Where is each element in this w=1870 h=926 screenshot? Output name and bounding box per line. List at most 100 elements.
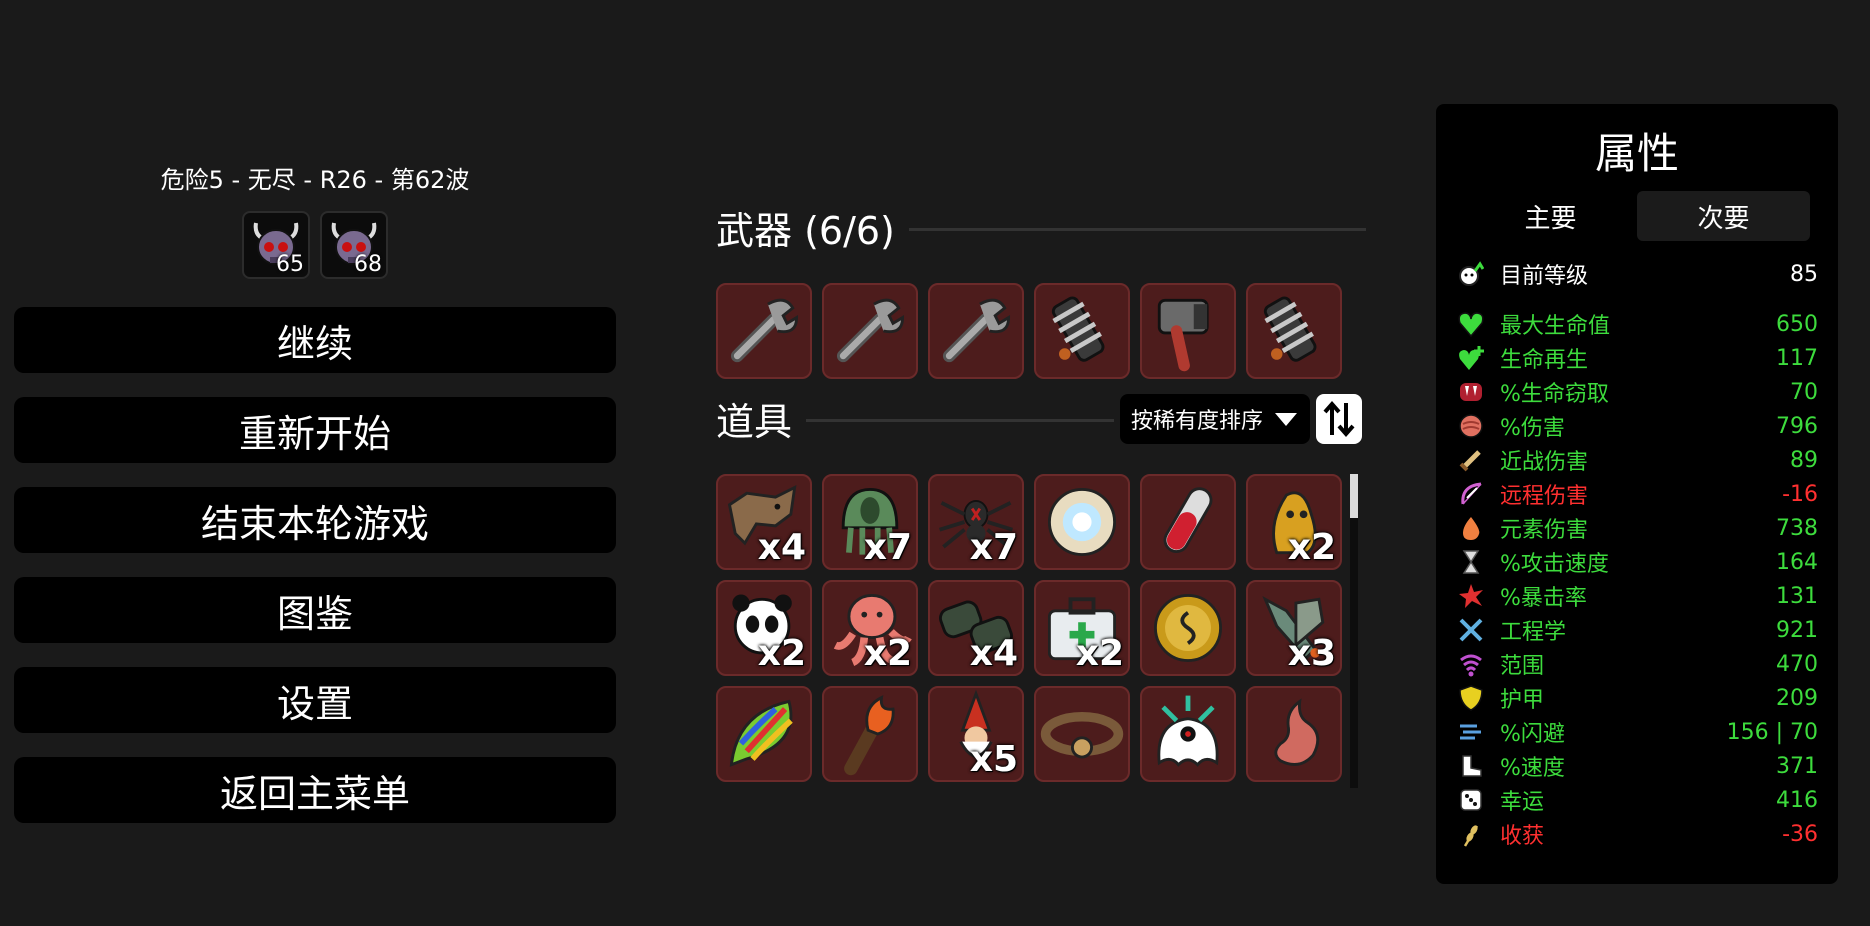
item-slot-count: x7 — [863, 527, 912, 568]
item-slot[interactable] — [1140, 474, 1236, 570]
item-slot[interactable] — [716, 686, 812, 782]
swap-arrows-icon — [1323, 400, 1355, 437]
end-run-button[interactable]: 结束本轮游戏 — [14, 487, 616, 553]
stat-row[interactable]: %闪避 156 | 70 — [1456, 715, 1818, 749]
danger-badge: 65 — [242, 211, 310, 279]
stat-label: 最大生命值 — [1500, 314, 1611, 339]
settings-button[interactable]: 设置 — [14, 667, 616, 733]
stat-row[interactable]: %速度 371 — [1456, 749, 1818, 783]
item-slot[interactable]: x7 — [822, 474, 918, 570]
stat-row[interactable]: 远程伤害 -16 — [1456, 477, 1818, 511]
restart-button[interactable]: 重新开始 — [14, 397, 616, 463]
sort-dropdown[interactable]: 按稀有度排序 — [1120, 393, 1311, 444]
item-slot-count: x2 — [1075, 633, 1124, 674]
boot-icon — [1456, 751, 1486, 781]
item-slot[interactable]: x7 — [928, 474, 1024, 570]
stat-row[interactable]: 近战伤害 89 — [1456, 443, 1818, 477]
stat-label: 近战伤害 — [1500, 450, 1589, 475]
weapon-slot[interactable] — [1140, 283, 1236, 379]
stat-row[interactable]: 收获 -36 — [1456, 817, 1818, 851]
stat-row[interactable]: 生命再生 117 — [1456, 341, 1818, 375]
stats-tabs: 主要 次要 — [1464, 191, 1810, 241]
crossed-tools-icon — [1456, 615, 1486, 645]
items-scroll-area[interactable]: x4 x7 x7 x2 x2 x2 x4 x2 x3 x5 — [716, 474, 1366, 788]
item-slot[interactable] — [1140, 686, 1236, 782]
fangs-icon — [1456, 377, 1486, 407]
spring-coil-icon — [1263, 296, 1317, 362]
stat-row[interactable]: 工程学 921 — [1456, 613, 1818, 647]
dodge-wind-icon — [1456, 717, 1486, 747]
stat-list: 最大生命值 650 生命再生 117 %生命窃取 70 %伤害 796 近战伤害 89 远程伤害 -1… — [1456, 307, 1818, 851]
brain-fist-icon — [1456, 411, 1486, 441]
weapon-slot[interactable] — [822, 283, 918, 379]
item-slot[interactable]: x2 — [1246, 474, 1342, 570]
rainbow-leaf-icon — [729, 699, 793, 767]
stat-row[interactable]: %攻击速度 164 — [1456, 545, 1818, 579]
ghost-eye-icon — [1157, 695, 1219, 767]
items-scrollbar[interactable] — [1350, 474, 1358, 788]
weapon-slot[interactable] — [716, 283, 812, 379]
stat-row[interactable]: 幸运 416 — [1456, 783, 1818, 817]
tab-secondary[interactable]: 次要 — [1637, 191, 1810, 241]
item-slot[interactable] — [822, 686, 918, 782]
bow-icon — [1456, 479, 1486, 509]
run-info-label: 危险5 - 无尽 - R26 - 第62波 — [160, 166, 470, 194]
stat-value: 156 | 70 — [1726, 719, 1818, 745]
item-slot[interactable]: x5 — [928, 686, 1024, 782]
stats-title: 属性 — [1594, 129, 1679, 178]
stat-row[interactable]: 护甲 209 — [1456, 681, 1818, 715]
danger-badge: 68 — [320, 211, 388, 279]
item-slot[interactable]: x4 — [928, 580, 1024, 676]
hourglass-icon — [1456, 547, 1486, 577]
scrollbar-thumb[interactable] — [1350, 474, 1358, 518]
encyclopedia-button[interactable]: 图鉴 — [14, 577, 616, 643]
items-grid: x4 x7 x7 x2 x2 x2 x4 x2 x3 x5 — [716, 474, 1366, 782]
heart-plus-icon — [1456, 343, 1486, 373]
stat-value: -16 — [1782, 481, 1818, 507]
crit-burst-icon — [1456, 581, 1486, 611]
item-slot[interactable]: x4 — [716, 474, 812, 570]
stat-value: -36 — [1782, 821, 1818, 847]
tab-primary[interactable]: 主要 — [1464, 191, 1637, 241]
weapon-slot[interactable] — [1246, 283, 1342, 379]
heart-icon — [1456, 309, 1486, 339]
stat-value: 416 — [1776, 787, 1818, 813]
item-slot[interactable] — [1034, 686, 1130, 782]
dice-icon — [1456, 785, 1486, 815]
stat-label: %闪避 — [1500, 722, 1565, 747]
sort-order-toggle-button[interactable] — [1316, 393, 1363, 444]
item-slot[interactable] — [1246, 686, 1342, 782]
continue-button[interactable]: 继续 — [14, 307, 616, 373]
wheat-icon — [1456, 819, 1486, 849]
item-slot-count: x2 — [863, 633, 912, 674]
stat-value: 70 — [1790, 379, 1818, 405]
item-slot[interactable]: x2 — [1034, 580, 1130, 676]
cow-collar-icon — [1040, 711, 1124, 759]
danger-badge-value: 65 — [276, 252, 304, 277]
weapon-slot[interactable] — [928, 283, 1024, 379]
item-slot[interactable]: x3 — [1246, 580, 1342, 676]
stat-label: 生命再生 — [1500, 348, 1589, 373]
stat-row[interactable]: 范围 470 — [1456, 647, 1818, 681]
stat-row[interactable]: 元素伤害 738 — [1456, 511, 1818, 545]
weapon-slot[interactable] — [1034, 283, 1130, 379]
item-slot[interactable] — [1140, 580, 1236, 676]
item-slot[interactable]: x2 — [716, 580, 812, 676]
energy-orb-icon — [1047, 487, 1117, 557]
item-slot[interactable]: x2 — [822, 580, 918, 676]
stat-label: 范围 — [1500, 654, 1545, 679]
flame-drop-icon — [1456, 513, 1486, 543]
stat-row[interactable]: %伤害 796 — [1456, 409, 1818, 443]
weapons-grid — [716, 283, 1366, 379]
stat-row[interactable]: 最大生命值 650 — [1456, 307, 1818, 341]
stat-label: %攻击速度 — [1500, 552, 1609, 577]
stat-row[interactable]: %生命窃取 70 — [1456, 375, 1818, 409]
item-slot[interactable] — [1034, 474, 1130, 570]
torch-icon — [844, 695, 895, 776]
weapons-header: 武器 (6/6) — [716, 200, 1366, 255]
wrench-icon — [836, 298, 905, 363]
item-slot-count: x4 — [757, 527, 806, 568]
main-menu-button[interactable]: 返回主菜单 — [14, 757, 616, 823]
stat-row[interactable]: %暴击率 131 — [1456, 579, 1818, 613]
blood-vial-icon — [1163, 487, 1213, 553]
